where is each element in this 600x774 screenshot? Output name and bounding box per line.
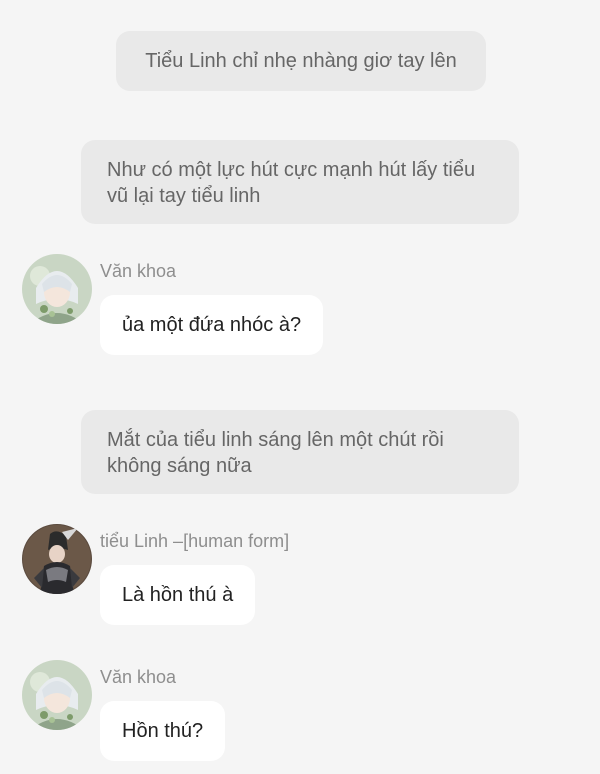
avatar-image <box>22 660 92 730</box>
message-text: Là hồn thú à <box>122 584 234 606</box>
message-text: Hồn thú? <box>122 720 204 742</box>
narration-message: Như có một lực hút cực mạnh hút lấy tiểu… <box>81 140 519 224</box>
message-bubble[interactable]: ủa một đứa nhóc à? <box>100 295 324 355</box>
narration-message: Mắt của tiểu linh sáng lên một chút rồi … <box>81 410 519 494</box>
message-bubble[interactable]: Là hồn thú à <box>100 565 256 625</box>
dark-armored-character-avatar[interactable] <box>22 524 92 594</box>
avatar-image <box>22 524 92 594</box>
chat-message: Văn khoa ủa một đứa nhóc à? <box>0 254 600 364</box>
narration-text: Tiểu Linh chỉ nhẹ nhàng giơ tay lên <box>145 50 457 72</box>
chat-message: Văn khoa Hồn thú? <box>0 660 600 770</box>
narration-message: Tiểu Linh chỉ nhẹ nhàng giơ tay lên <box>116 31 486 91</box>
message-bubble[interactable]: Hồn thú? <box>100 701 226 761</box>
narration-text: Như có một lực hút cực mạnh hút lấy tiểu… <box>107 159 476 207</box>
sender-name: tiểu Linh –[human form] <box>100 531 290 551</box>
chat-message: tiểu Linh –[human form] Là hồn thú à <box>0 524 600 634</box>
avatar-image <box>22 254 92 324</box>
white-haired-character-avatar[interactable] <box>22 254 92 324</box>
message-text: ủa một đứa nhóc à? <box>122 314 302 336</box>
sender-name: Văn khoa <box>100 261 177 281</box>
sender-name: Văn khoa <box>100 667 177 687</box>
narration-text: Mắt của tiểu linh sáng lên một chút rồi … <box>107 429 444 477</box>
white-haired-character-avatar[interactable] <box>22 660 92 730</box>
